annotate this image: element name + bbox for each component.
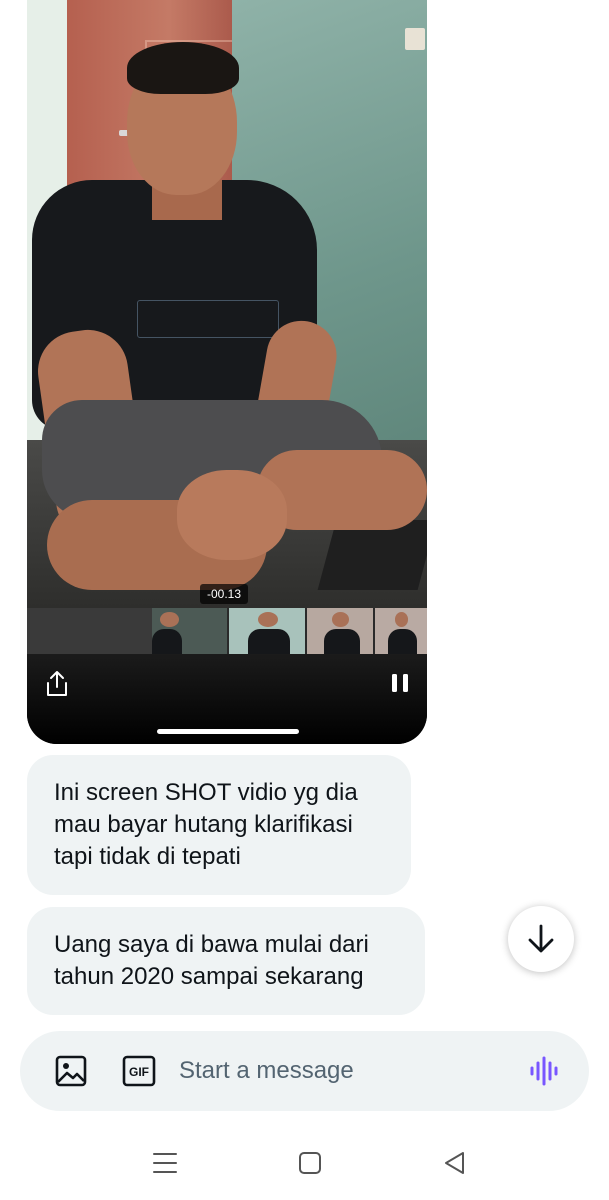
filmstrip-thumbnail — [307, 608, 373, 654]
wall-outlet — [405, 28, 425, 50]
person-hair — [127, 42, 239, 94]
filmstrip-thumbnail — [152, 608, 227, 654]
voice-waveform-icon[interactable] — [528, 1055, 560, 1087]
filmstrip-thumbnail — [229, 608, 305, 654]
message-bubble[interactable]: Ini screen SHOT vidio yg dia mau bayar h… — [27, 755, 411, 895]
message-bubble[interactable]: Uang saya di bawa mulai dari tahun 2020 … — [27, 907, 425, 1015]
video-scrubber-filmstrip[interactable] — [27, 608, 427, 654]
home-square-icon[interactable] — [296, 1149, 324, 1177]
back-triangle-icon[interactable] — [441, 1149, 469, 1177]
video-frame[interactable]: -00.13 — [27, 0, 427, 608]
menu-icon[interactable] — [151, 1149, 179, 1177]
scroll-to-bottom-button[interactable] — [508, 906, 574, 972]
message-text: Ini screen SHOT vidio yg dia mau bayar h… — [54, 779, 358, 870]
shirt-print — [137, 300, 279, 338]
filmstrip-thumbnail — [27, 608, 152, 654]
video-message[interactable]: -00.13 — [27, 0, 427, 744]
video-time-remaining: -00.13 — [200, 584, 249, 604]
share-icon[interactable] — [44, 670, 70, 698]
message-text: Uang saya di bawa mulai dari tahun 2020 … — [54, 931, 369, 990]
person-hands — [177, 470, 287, 560]
floor-step — [317, 520, 427, 590]
video-controls — [27, 654, 427, 744]
filmstrip-thumbnail — [375, 608, 427, 654]
message-input[interactable] — [179, 1051, 499, 1091]
message-composer: GIF — [20, 1031, 589, 1111]
arrow-down-icon — [528, 924, 554, 953]
image-icon[interactable] — [55, 1055, 87, 1087]
gif-label: GIF — [129, 1065, 149, 1079]
pause-icon[interactable] — [389, 672, 411, 694]
system-navigation-bar — [0, 1125, 609, 1200]
video-home-indicator — [157, 729, 299, 734]
gif-icon[interactable]: GIF — [122, 1055, 156, 1087]
